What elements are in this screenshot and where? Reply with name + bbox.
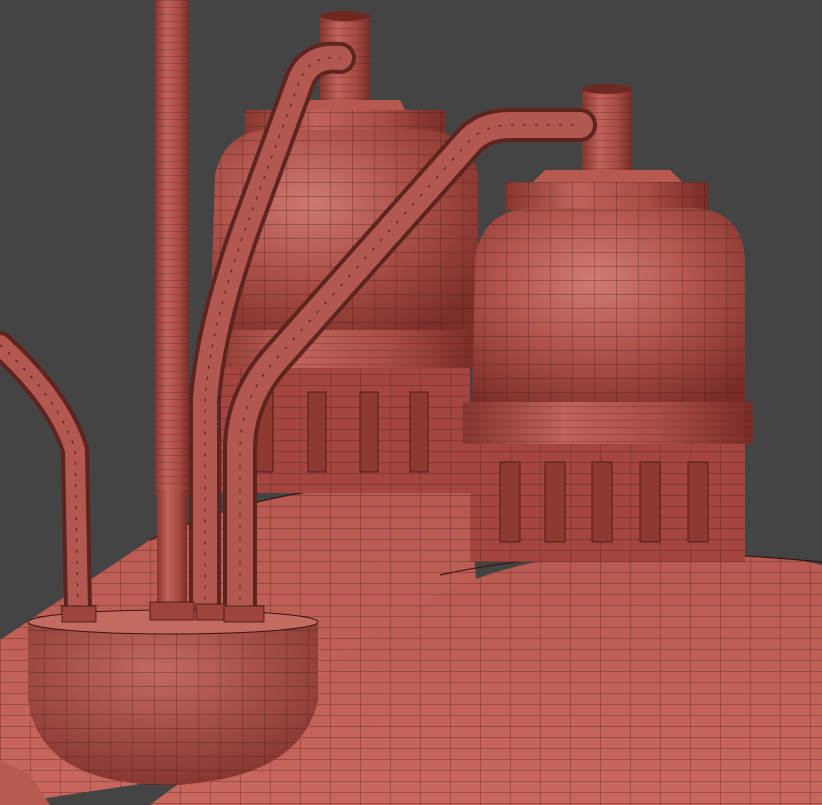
hanging-rod xyxy=(155,0,189,615)
render-svg xyxy=(0,0,822,805)
viewport-canvas xyxy=(0,0,822,805)
hub-bowl xyxy=(27,601,319,785)
